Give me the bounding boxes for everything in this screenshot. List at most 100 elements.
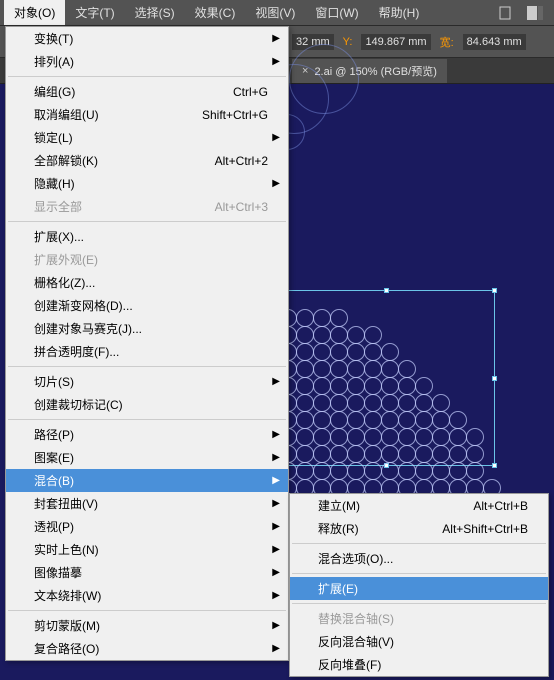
y-label: Y:	[339, 34, 357, 50]
menu-item[interactable]: 编组(G)Ctrl+G	[6, 80, 288, 103]
menu-item-label: 创建裁切标记(C)	[34, 396, 123, 413]
menu-item-label: 栅格化(Z)...	[34, 274, 95, 291]
submenu-arrow-icon: ▶	[272, 620, 280, 631]
menu-separator	[8, 366, 286, 367]
menu-separator	[8, 76, 286, 77]
submenu-arrow-icon: ▶	[272, 590, 280, 601]
menu-item[interactable]: 反向堆叠(F)	[290, 653, 548, 676]
menu-item-label: 反向混合轴(V)	[318, 633, 394, 650]
menu-separator	[292, 573, 546, 574]
menu-item[interactable]: 全部解锁(K) Alt+Ctrl+2	[6, 149, 288, 172]
layout-icon[interactable]	[526, 5, 544, 21]
selection-handle[interactable]	[492, 376, 497, 381]
menu-item-label: 实时上色(N)	[34, 541, 99, 558]
menu-item[interactable]: 拼合透明度(F)...	[6, 340, 288, 363]
menu-item[interactable]: 封套扭曲(V)▶	[6, 492, 288, 515]
submenu-arrow-icon: ▶	[272, 132, 280, 143]
menu-item[interactable]: 混合选项(O)...	[290, 547, 548, 570]
submenu-arrow-icon: ▶	[272, 33, 280, 44]
menu-item[interactable]: 排列(A) ▶	[6, 50, 288, 73]
menu-item: 替换混合轴(S)	[290, 607, 548, 630]
menu-item-label: 扩展外观(E)	[34, 251, 98, 268]
menu-item-label: 复合路径(O)	[34, 640, 99, 657]
menu-item[interactable]: 文本绕排(W)▶	[6, 584, 288, 607]
object-menu: 变换(T) ▶ 排列(A) ▶ 编组(G)Ctrl+G 取消编组(U) Shift+Ctrl…	[5, 26, 289, 661]
menu-item[interactable]: 释放(R) Alt+Shift+Ctrl+B	[290, 517, 548, 540]
menu-item-label: 取消编组(U)	[34, 106, 99, 123]
menu-item-label: 替换混合轴(S)	[318, 610, 394, 627]
menu-item-label: 扩展(E)	[318, 580, 358, 597]
menu-separator	[292, 543, 546, 544]
menu-item-label: 显示全部	[34, 198, 82, 215]
submenu-arrow-icon: ▶	[272, 521, 280, 532]
selection-handle[interactable]	[492, 463, 497, 468]
doc-icon[interactable]	[496, 5, 514, 21]
menu-item[interactable]: 隐藏(H)▶	[6, 172, 288, 195]
menu-item-label: 创建对象马赛克(J)...	[34, 320, 142, 337]
blend-submenu: 建立(M) Alt+Ctrl+B 释放(R) Alt+Shift+Ctrl+B 混合选项…	[289, 493, 549, 677]
menu-item[interactable]: 图案(E)▶	[6, 446, 288, 469]
menu-item-label: 锁定(L)	[34, 129, 73, 146]
menu-shortcut: Shift+Ctrl+G	[202, 108, 268, 122]
menu-item[interactable]: 混合(B) ▶	[6, 469, 288, 492]
menu-item-label: 排列(A)	[34, 53, 74, 70]
menu-item-label: 创建渐变网格(D)...	[34, 297, 133, 314]
menu-view[interactable]: 视图(V)	[245, 0, 305, 25]
menu-select[interactable]: 选择(S)	[125, 0, 185, 25]
menu-item[interactable]: 切片(S)▶	[6, 370, 288, 393]
menu-shortcut: Alt+Ctrl+2	[215, 154, 268, 168]
menu-item-label: 编组(G)	[34, 83, 75, 100]
menu-item[interactable]: 取消编组(U) Shift+Ctrl+G	[6, 103, 288, 126]
menu-item[interactable]: 创建裁切标记(C)	[6, 393, 288, 416]
menu-item-label: 建立(M)	[318, 497, 360, 514]
menu-item-label: 反向堆叠(F)	[318, 656, 381, 673]
menu-item[interactable]: 路径(P)▶	[6, 423, 288, 446]
menu-item[interactable]: 复合路径(O) ▶	[6, 637, 288, 660]
submenu-arrow-icon: ▶	[272, 498, 280, 509]
menu-item[interactable]: 创建对象马赛克(J)...	[6, 317, 288, 340]
menu-item[interactable]: 创建渐变网格(D)...	[6, 294, 288, 317]
menu-item[interactable]: 剪切蒙版(M)▶	[6, 614, 288, 637]
width-value[interactable]: 84.643 mm	[463, 34, 526, 50]
menu-item-label: 路径(P)	[34, 426, 74, 443]
menu-item[interactable]: 反向混合轴(V)	[290, 630, 548, 653]
blend-object[interactable]	[279, 292, 554, 492]
submenu-arrow-icon: ▶	[272, 544, 280, 555]
menu-item[interactable]: 透视(P)▶	[6, 515, 288, 538]
menu-item-label: 混合(B)	[34, 472, 74, 489]
menu-item[interactable]: 图像描摹 ▶	[6, 561, 288, 584]
submenu-arrow-icon: ▶	[272, 56, 280, 67]
menu-item[interactable]: 栅格化(Z)...	[6, 271, 288, 294]
menu-item[interactable]: 变换(T) ▶	[6, 27, 288, 50]
menu-type[interactable]: 文字(T)	[65, 0, 124, 25]
submenu-arrow-icon: ▶	[272, 452, 280, 463]
menu-shortcut: Alt+Shift+Ctrl+B	[442, 522, 528, 536]
menu-item-label: 混合选项(O)...	[318, 550, 393, 567]
menu-object[interactable]: 对象(O)	[4, 0, 65, 25]
menu-item[interactable]: 建立(M) Alt+Ctrl+B	[290, 494, 548, 517]
submenu-arrow-icon: ▶	[272, 643, 280, 654]
menu-separator	[8, 221, 286, 222]
menu-help[interactable]: 帮助(H)	[369, 0, 430, 25]
submenu-arrow-icon: ▶	[272, 567, 280, 578]
menu-window[interactable]: 窗口(W)	[305, 0, 368, 25]
y-value[interactable]: 149.867 mm	[361, 34, 430, 50]
menu-item[interactable]: 扩展(X)...	[6, 225, 288, 248]
menu-item[interactable]: 实时上色(N) ▶	[6, 538, 288, 561]
menu-item-label: 图像描摹	[34, 564, 82, 581]
menu-item[interactable]: 扩展(E)	[290, 577, 548, 600]
menu-item: 扩展外观(E)	[6, 248, 288, 271]
menubar-icons	[496, 5, 554, 21]
menubar: 对象(O) 文字(T) 选择(S) 效果(C) 视图(V) 窗口(W) 帮助(H…	[0, 0, 554, 26]
menu-shortcut: Alt+Ctrl+B	[473, 499, 528, 513]
menu-effect[interactable]: 效果(C)	[185, 0, 246, 25]
menu-item[interactable]: 锁定(L) ▶	[6, 126, 288, 149]
selection-handle[interactable]	[384, 288, 389, 293]
menu-item: 显示全部Alt+Ctrl+3	[6, 195, 288, 218]
menu-item-label: 全部解锁(K)	[34, 152, 98, 169]
menu-item-label: 释放(R)	[318, 520, 359, 537]
selection-handle[interactable]	[492, 288, 497, 293]
submenu-arrow-icon: ▶	[272, 475, 280, 486]
menu-item-label: 切片(S)	[34, 373, 74, 390]
menu-item-label: 变换(T)	[34, 30, 73, 47]
